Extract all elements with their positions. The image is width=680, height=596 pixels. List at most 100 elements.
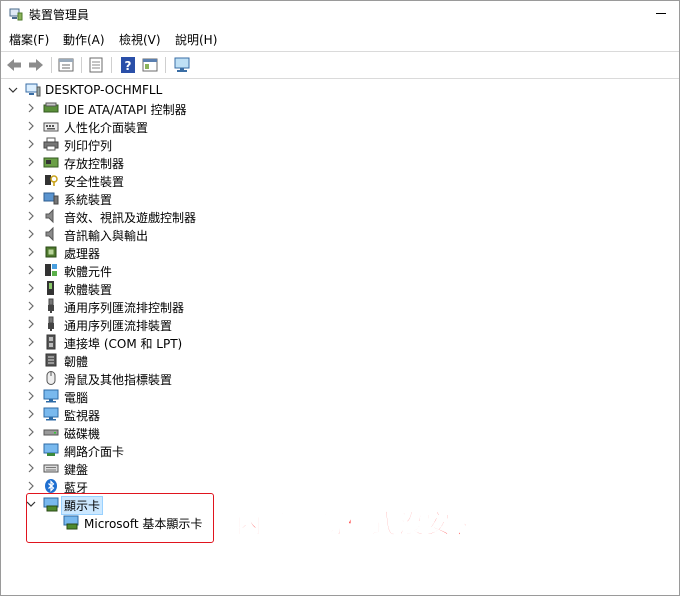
usb-icon	[48, 298, 54, 313]
bluetooth-icon	[45, 479, 57, 493]
tree-item-label: 軟體元件	[64, 265, 113, 279]
chevron-right-icon[interactable]	[25, 318, 37, 330]
tree-item-label: 人性化介面裝置	[64, 121, 149, 135]
tree-item[interactable]: 磁碟機	[1, 423, 679, 441]
minimize-button[interactable]	[649, 3, 673, 23]
chevron-right-icon[interactable]	[25, 102, 37, 114]
menu-bar: 檔案(F) 動作(A) 檢視(V) 說明(H)	[1, 29, 679, 49]
toolbar: ?	[1, 51, 679, 79]
tree-item[interactable]: 人性化介面裝置	[1, 117, 679, 135]
software-component-icon	[45, 264, 57, 276]
tree-item[interactable]: 音效、視訊及遊戲控制器	[1, 207, 679, 225]
security-device-icon	[45, 175, 58, 186]
ide-controller-icon	[43, 102, 59, 113]
chevron-right-icon[interactable]	[25, 408, 37, 420]
chevron-right-icon[interactable]	[25, 228, 37, 240]
tree-item[interactable]: 通用序列匯流排裝置	[1, 315, 679, 333]
tree-item[interactable]: 滑鼠及其他指標裝置	[1, 369, 679, 387]
usb-device-icon	[48, 316, 54, 331]
processor-icon	[45, 246, 57, 258]
chevron-right-icon[interactable]	[25, 264, 37, 276]
title-bar: 裝置管理員	[1, 1, 679, 27]
computer-icon	[25, 83, 41, 97]
chevron-right-icon[interactable]	[25, 246, 37, 258]
storage-controller-icon	[43, 157, 59, 168]
system-device-icon	[43, 192, 59, 205]
help-icon[interactable]: ?	[119, 56, 137, 74]
chevron-right-icon[interactable]	[25, 462, 37, 474]
menu-action[interactable]: 動作(A)	[61, 31, 107, 48]
chevron-right-icon[interactable]	[25, 426, 37, 438]
tree-item[interactable]: 存放控制器	[1, 153, 679, 171]
tree-item[interactable]: 監視器	[1, 405, 679, 423]
tree-root[interactable]: DESKTOP-OCHMFLL	[1, 81, 679, 99]
chevron-right-icon[interactable]	[25, 444, 37, 456]
back-arrow-icon[interactable]	[5, 56, 23, 74]
menu-file[interactable]: 檔案(F)	[7, 31, 51, 48]
properties-icon[interactable]	[57, 56, 75, 74]
tree-item-label: 安全性裝置	[64, 175, 125, 189]
tree-item[interactable]: 軟體裝置	[1, 279, 679, 297]
tree-item-label: 音效、視訊及遊戲控制器	[64, 211, 197, 225]
toolbar-separator	[165, 57, 166, 73]
tree-item[interactable]: 韌體	[1, 351, 679, 369]
tree-item[interactable]: 連接埠 (COM 和 LPT)	[1, 333, 679, 351]
tree-item-label: 系統裝置	[64, 193, 113, 207]
tree-item[interactable]: 安全性裝置	[1, 171, 679, 189]
chevron-right-icon[interactable]	[25, 300, 37, 312]
view-icon[interactable]	[87, 56, 105, 74]
tree-item-label: 通用序列匯流排裝置	[64, 319, 173, 333]
chevron-right-icon[interactable]	[25, 282, 37, 294]
chevron-right-icon[interactable]	[25, 354, 37, 366]
chevron-right-icon[interactable]	[25, 210, 37, 222]
chevron-right-icon[interactable]	[25, 138, 37, 150]
hid-icon	[43, 122, 59, 132]
chevron-right-icon[interactable]	[25, 336, 37, 348]
tree-item[interactable]: IDE ATA/ATAPI 控制器	[1, 99, 679, 117]
toolbar-separator	[51, 57, 52, 73]
tree-item[interactable]: 網路介面卡	[1, 441, 679, 459]
menu-help[interactable]: 說明(H)	[173, 31, 219, 48]
tree-item-label: 電腦	[64, 391, 89, 405]
tree-root-label: DESKTOP-OCHMFLL	[45, 83, 163, 97]
tree-item-label: 處理器	[64, 247, 101, 261]
chevron-right-icon[interactable]	[25, 120, 37, 132]
toolbar-separator	[81, 57, 82, 73]
monitor-scan-icon[interactable]	[173, 56, 191, 74]
computer-icon	[43, 389, 59, 403]
tree-item[interactable]: 軟體元件	[1, 261, 679, 279]
toolbar-separator	[111, 57, 112, 73]
tree-item-label: 音訊輸入與輸出	[64, 229, 149, 243]
tree-item[interactable]: 系統裝置	[1, 189, 679, 207]
highlight-box	[26, 493, 214, 543]
tree-item-label: 連接埠 (COM 和 LPT)	[64, 337, 183, 351]
tree-item-label: IDE ATA/ATAPI 控制器	[64, 103, 187, 117]
mouse-icon	[46, 371, 56, 385]
chevron-right-icon[interactable]	[25, 192, 37, 204]
tree-item-label: 通用序列匯流排控制器	[64, 301, 185, 315]
tree-item-label: 鍵盤	[64, 463, 89, 477]
monitor-icon	[43, 407, 59, 421]
tree-item-label: 監視器	[64, 409, 101, 423]
forward-arrow-icon[interactable]	[27, 56, 45, 74]
menu-view[interactable]: 檢視(V)	[117, 31, 163, 48]
chevron-right-icon[interactable]	[25, 174, 37, 186]
tree-item[interactable]: 鍵盤	[1, 459, 679, 477]
chevron-right-icon[interactable]	[25, 480, 37, 492]
tree-item[interactable]: 處理器	[1, 243, 679, 261]
tree-item[interactable]: 列印佇列	[1, 135, 679, 153]
console-icon[interactable]	[141, 56, 159, 74]
svg-text:?: ?	[125, 59, 132, 73]
chevron-right-icon[interactable]	[25, 390, 37, 402]
chevron-right-icon[interactable]	[25, 372, 37, 384]
tree-item[interactable]: 音訊輸入與輸出	[1, 225, 679, 243]
tree-item[interactable]: 通用序列匯流排控制器	[1, 297, 679, 315]
disk-drive-icon	[43, 429, 59, 436]
tree-item-label: 滑鼠及其他指標裝置	[64, 373, 173, 387]
firmware-icon	[45, 353, 57, 367]
tree-item[interactable]: 電腦	[1, 387, 679, 405]
chevron-right-icon[interactable]	[25, 156, 37, 168]
network-adapter-icon	[43, 443, 59, 456]
chevron-down-icon[interactable]	[7, 84, 19, 96]
tree-item-label: 存放控制器	[64, 157, 125, 171]
